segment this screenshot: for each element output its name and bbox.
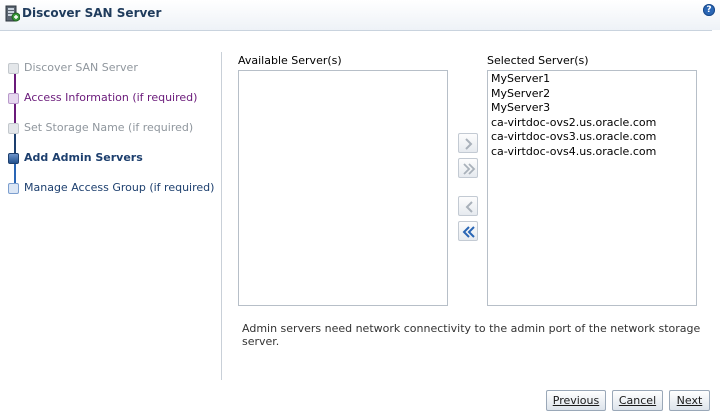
step-5-label[interactable]: Manage Access Group (if required) bbox=[24, 181, 214, 194]
step-2-marker[interactable] bbox=[8, 93, 19, 104]
selected-servers-label: Selected Server(s) bbox=[487, 54, 589, 67]
list-item[interactable]: ca-virtdoc-ovs2.us.oracle.com bbox=[488, 116, 696, 131]
step-3-marker[interactable] bbox=[8, 123, 19, 134]
step-2-label[interactable]: Access Information (if required) bbox=[24, 91, 197, 104]
move-all-button[interactable] bbox=[458, 158, 478, 178]
list-item[interactable]: ca-virtdoc-ovs4.us.oracle.com bbox=[488, 145, 696, 160]
cancel-button-label: Cancel bbox=[618, 394, 657, 407]
chevron-right-icon bbox=[465, 138, 473, 150]
previous-button-label: Previous bbox=[552, 394, 600, 407]
dialog-title-bar: Discover SAN Server ? bbox=[0, 0, 720, 30]
available-servers-list[interactable] bbox=[238, 70, 448, 306]
panel-divider bbox=[221, 52, 222, 380]
list-item[interactable]: MyServer2 bbox=[488, 87, 696, 102]
step-3-label[interactable]: Set Storage Name (if required) bbox=[24, 121, 193, 134]
train-connector bbox=[14, 74, 16, 94]
selected-servers-list[interactable]: MyServer1 MyServer2 MyServer3 ca-virtdoc… bbox=[487, 70, 697, 306]
step-4-marker bbox=[8, 153, 19, 164]
train-connector bbox=[14, 134, 16, 154]
help-text: Admin servers need network connectivity … bbox=[242, 322, 701, 348]
cancel-button[interactable]: Cancel bbox=[612, 390, 663, 411]
move-button[interactable] bbox=[458, 133, 478, 153]
previous-button[interactable]: Previous bbox=[546, 390, 606, 411]
double-chevron-left-icon bbox=[462, 226, 475, 238]
double-chevron-right-icon bbox=[463, 163, 476, 175]
dialog-title: Discover SAN Server bbox=[22, 6, 162, 20]
step-5-marker[interactable] bbox=[8, 183, 19, 194]
step-4-label: Add Admin Servers bbox=[24, 151, 143, 164]
storage-server-icon bbox=[5, 5, 20, 22]
list-item[interactable]: MyServer1 bbox=[488, 72, 696, 87]
list-item[interactable]: MyServer3 bbox=[488, 101, 696, 116]
remove-all-button[interactable] bbox=[458, 221, 478, 241]
chevron-left-icon bbox=[465, 201, 473, 213]
step-1-marker[interactable] bbox=[8, 63, 19, 74]
available-servers-label: Available Server(s) bbox=[238, 54, 342, 67]
list-item[interactable]: ca-virtdoc-ovs3.us.oracle.com bbox=[488, 130, 696, 145]
step-1-label[interactable]: Discover SAN Server bbox=[24, 61, 138, 74]
next-button-label: Next bbox=[676, 394, 703, 407]
train-connector bbox=[14, 104, 16, 124]
remove-button[interactable] bbox=[458, 196, 478, 216]
help-icon[interactable]: ? bbox=[703, 4, 715, 16]
next-button[interactable]: Next bbox=[669, 390, 710, 411]
title-divider bbox=[0, 30, 712, 31]
train-connector bbox=[14, 164, 16, 184]
